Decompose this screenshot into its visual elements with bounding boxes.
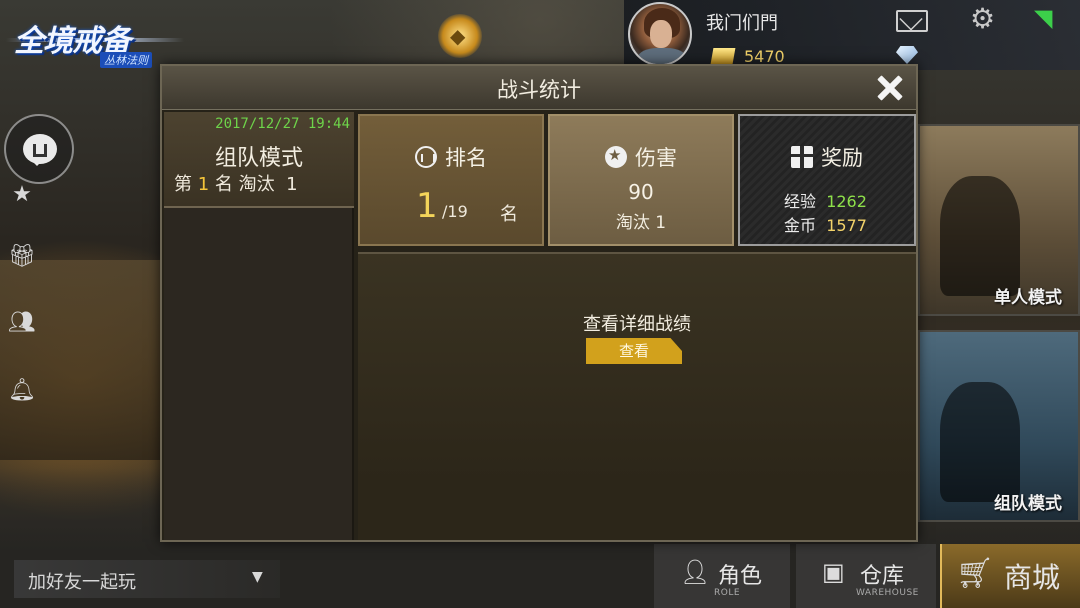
shop-button[interactable]: 🛒︎ 商城	[940, 544, 1080, 608]
exp-label: 经验	[784, 192, 817, 211]
mode-card-squad[interactable]: 组队模式	[918, 330, 1080, 522]
role-label: 角色	[718, 564, 763, 589]
battle-stats-dialog: 战斗统计 2017/12/27 19:44 组队模式 第 1 名 淘汰 1 排名…	[160, 64, 918, 542]
player-name: 我门们門	[706, 13, 778, 34]
exp-value: 1262	[826, 192, 867, 211]
gold-coin-icon	[710, 48, 736, 64]
dialog-title: 战斗统计	[497, 78, 581, 102]
kill-count: 1	[286, 174, 298, 195]
rank-value: 1	[416, 186, 438, 226]
friends-icon[interactable]: 👥︎	[8, 310, 36, 338]
role-sublabel: ROLE	[714, 588, 741, 598]
medal-icon	[605, 146, 627, 168]
bell-icon[interactable]: 🔔︎	[8, 378, 36, 406]
game-logo: 全境戒备 丛林法则	[6, 10, 191, 70]
mode-squad-label: 组队模式	[994, 494, 1062, 514]
damage-kills: 淘汰 1	[550, 208, 732, 233]
damage-header: 伤害	[550, 142, 732, 172]
rank-number: 1	[197, 174, 210, 195]
event-icon[interactable]: ◆	[438, 14, 482, 58]
damage-stat-card: 伤害 90 淘汰 1	[548, 114, 734, 246]
exp-reward: 经验 1262	[784, 188, 867, 212]
warehouse-sublabel: WAREHOUSE	[856, 588, 919, 598]
detail-panel: 查看详细战绩 查看	[358, 252, 916, 540]
reward-header: 奖励	[740, 142, 914, 172]
rank-unit: 名	[500, 204, 518, 225]
match-rank-line: 第 1 名 淘汰 1	[174, 170, 298, 196]
rank-header: 排名	[360, 142, 542, 172]
rank-stat-card: 排名 1 /19 名	[358, 114, 544, 246]
role-button[interactable]: 👤︎ 角色 ROLE	[654, 544, 790, 608]
rank-total: /19	[442, 202, 468, 221]
role-icon: 👤︎	[680, 558, 711, 586]
soldier-silhouette	[940, 176, 1020, 296]
detail-prompt: 查看详细战绩	[583, 314, 691, 335]
gold-reward: 金币 1577	[784, 212, 867, 236]
gear-icon[interactable]: ⚙	[970, 2, 995, 35]
close-icon[interactable]	[872, 70, 908, 106]
match-mode: 组队模式	[214, 146, 303, 171]
warehouse-button[interactable]: ▣ 仓库 WAREHOUSE	[796, 544, 936, 608]
reward-label: 奖励	[821, 146, 863, 170]
avatar[interactable]	[628, 2, 692, 66]
chat-mouth	[33, 154, 47, 157]
kill-value: 1	[655, 213, 667, 233]
gift-icon[interactable]: 🎁︎	[8, 244, 36, 272]
chat-eyes	[33, 144, 47, 154]
shop-label: 商城	[1004, 561, 1061, 594]
view-details-button[interactable]: 查看	[586, 338, 682, 364]
chevron-down-icon[interactable]: ▼	[252, 569, 263, 585]
avatar-face	[650, 20, 672, 48]
rank-suffix: 名 淘汰	[214, 174, 275, 195]
match-date: 2017/12/27 19:44	[215, 116, 350, 132]
warehouse-label: 仓库	[860, 564, 905, 589]
invite-friends-bar[interactable]: 加好友一起玩 ▼	[14, 560, 280, 598]
match-history-list[interactable]: 2017/12/27 19:44 组队模式 第 1 名 淘汰 1	[164, 112, 354, 540]
damage-value: 90	[628, 180, 654, 204]
dialog-header: 战斗统计	[162, 66, 916, 110]
diamond-icon[interactable]	[896, 46, 918, 64]
logo-subtitle: 丛林法则	[100, 52, 152, 68]
soldier-silhouette	[940, 382, 1020, 502]
rank-prefix: 第	[174, 174, 192, 195]
kill-label: 淘汰	[615, 213, 650, 233]
gift-icon	[791, 146, 813, 168]
gold-value: 1577	[826, 216, 867, 235]
mode-card-solo[interactable]: 单人模式	[918, 124, 1080, 316]
event-glyph: ◆	[450, 24, 466, 48]
star-icon[interactable]: ★	[8, 182, 36, 210]
gold-label: 金币	[784, 216, 817, 235]
rank-icon	[415, 146, 437, 168]
chat-bubble-icon[interactable]	[4, 114, 74, 184]
mode-solo-label: 单人模式	[994, 288, 1062, 308]
reward-stat-card: 奖励 经验 1262 金币 1577	[738, 114, 916, 246]
wifi-icon: ◥	[1034, 4, 1053, 32]
rank-label: 排名	[445, 146, 487, 170]
chat-face	[23, 134, 57, 166]
list-item[interactable]: 2017/12/27 19:44 组队模式 第 1 名 淘汰 1	[164, 112, 354, 208]
invite-text: 加好友一起玩	[28, 572, 136, 593]
cart-icon: 🛒︎	[956, 556, 995, 591]
background-shelf	[0, 260, 160, 460]
mail-icon[interactable]	[896, 10, 928, 32]
warehouse-icon: ▣	[822, 558, 845, 586]
damage-label: 伤害	[635, 146, 677, 170]
